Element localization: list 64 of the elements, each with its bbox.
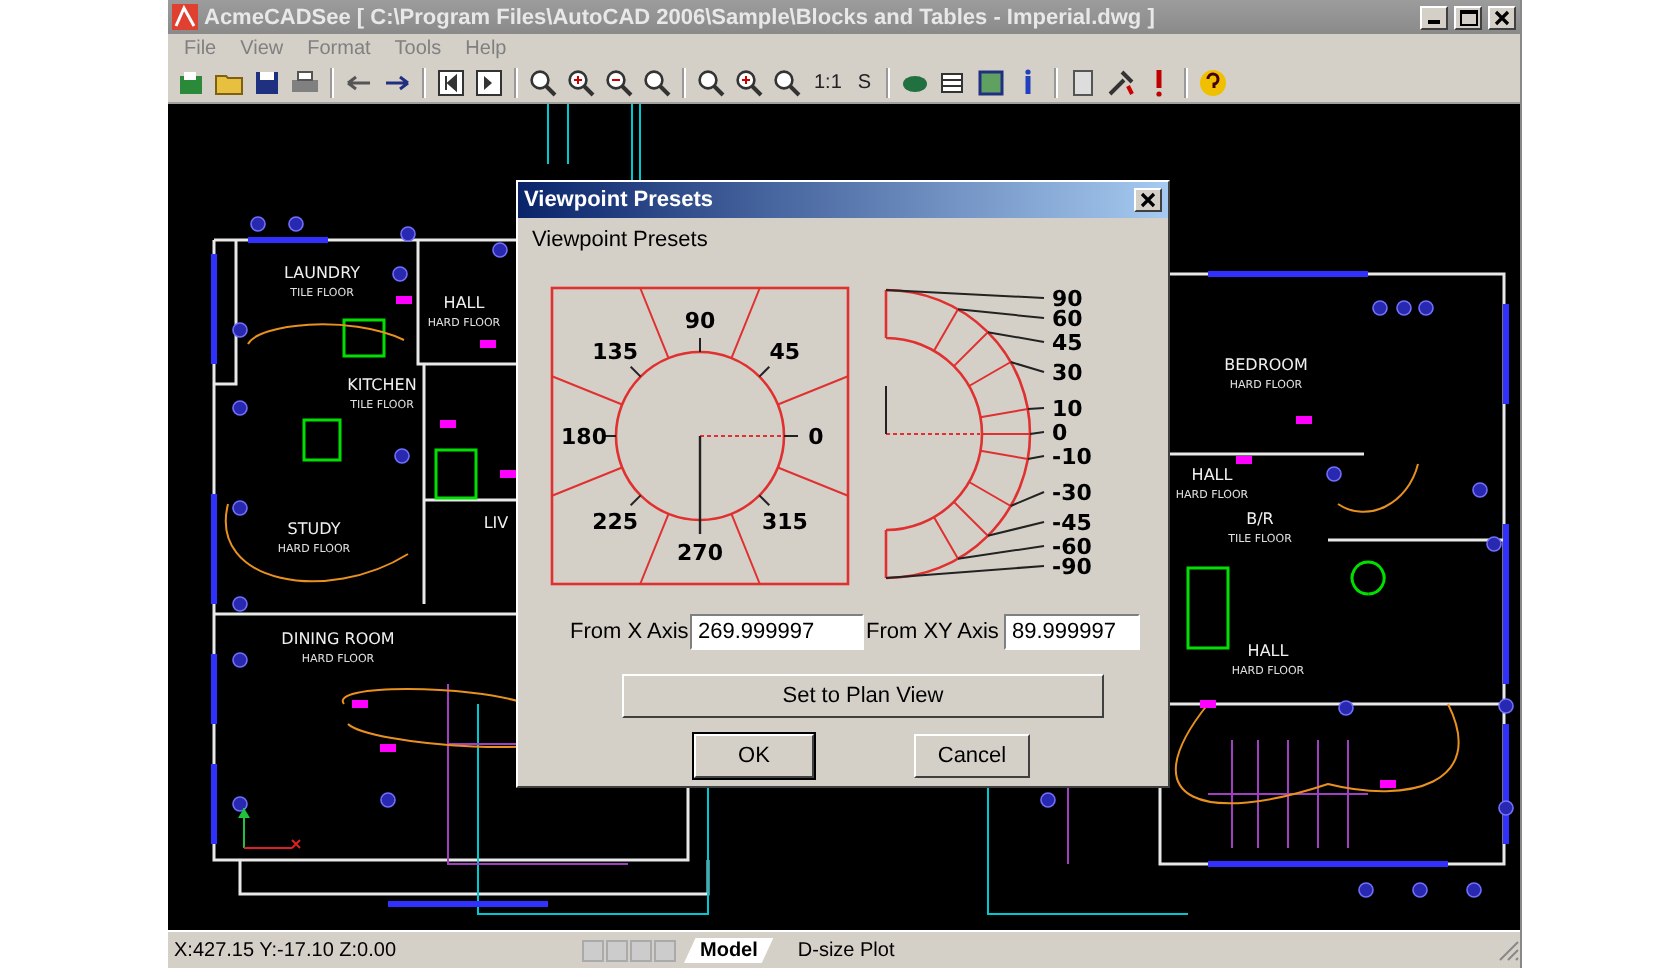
angle-label: 315 (761, 508, 808, 535)
cancel-button[interactable]: Cancel (914, 734, 1030, 778)
room-label: BEDROOM (1224, 356, 1308, 374)
zoom-extents-icon[interactable] (694, 65, 728, 99)
elevation-label: 10 (1052, 396, 1083, 422)
elevation-label: -90 (1052, 554, 1092, 580)
room-label: STUDY (287, 520, 341, 538)
field-label: From XY Axis (866, 620, 999, 644)
elevation-label: 30 (1052, 360, 1083, 386)
maximize-button[interactable] (1454, 5, 1482, 29)
elevation-label: -60 (1052, 534, 1092, 560)
elevation-label: 45 (1052, 330, 1083, 356)
ok-button[interactable]: OK (694, 734, 814, 778)
room-label: HALL (443, 294, 485, 312)
close-button[interactable] (1134, 188, 1162, 212)
tools-icon[interactable] (1103, 65, 1138, 99)
coordinates-readout: X:427.15 Y:-17.10 Z:0.00 (172, 939, 399, 961)
layout-tab[interactable]: Model (684, 937, 774, 963)
elevation-label: -30 (1052, 480, 1092, 506)
toolbar-button[interactable]: 1:1 (808, 65, 848, 99)
zoom-icon[interactable] (526, 65, 560, 99)
angle-label: 225 (592, 508, 639, 535)
elevation-label: 60 (1052, 306, 1083, 332)
angle-label: 180 (561, 424, 607, 450)
x-axis-angle-field[interactable]: 269.999997 (690, 614, 864, 650)
maximize-icon (1459, 9, 1477, 25)
toolbar-button[interactable]: S (851, 65, 878, 99)
app-logo-icon (172, 4, 198, 30)
close-icon (1494, 9, 1510, 25)
xy-axis-angle-field[interactable]: 89.999997 (1004, 614, 1140, 650)
minimize-icon (1428, 20, 1440, 24)
angle-label: 0 (808, 424, 824, 450)
elevation-label: -10 (1052, 444, 1092, 470)
help-icon[interactable] (1195, 65, 1230, 99)
dialog-title: Viewpoint Presets (524, 188, 714, 212)
zoom-in-icon[interactable] (564, 65, 598, 99)
zoom-window-icon[interactable] (640, 65, 674, 99)
minimize-button[interactable] (1420, 5, 1448, 29)
room-label: B/R (1246, 510, 1274, 528)
magnifier-icon[interactable] (770, 65, 804, 99)
field-label: From X Axis (570, 620, 689, 644)
window-title: AcmeCADSee [ C:\Program Files\AutoCAD 2006\Sample\Blocks and Tables - Imperial.dwg ] (204, 5, 1157, 29)
room-label: HALL (1247, 642, 1289, 660)
elevation-label: 0 (1052, 420, 1068, 446)
elevation-label: 90 (1052, 286, 1083, 312)
next-page-icon[interactable] (472, 65, 506, 99)
room-label: KITCHEN (347, 376, 417, 394)
room-label: LIV (483, 514, 509, 532)
angle-label: 90 (684, 308, 716, 334)
zoom-plus-icon[interactable] (732, 65, 766, 99)
room-label: LAUNDRY (283, 264, 361, 282)
room-label: HALL (1191, 466, 1233, 484)
dialog-heading: Viewpoint Presets (532, 228, 708, 252)
angle-label: 270 (677, 540, 723, 566)
angle-label: 45 (769, 339, 801, 366)
elevation-label: -45 (1052, 510, 1092, 536)
angle-label: 135 (592, 339, 639, 366)
plan-view-button[interactable]: Set to Plan View (622, 674, 1104, 718)
frame-icon[interactable] (973, 65, 1008, 99)
zoom-out-icon[interactable] (602, 65, 636, 99)
room-label: DINING ROOM (281, 630, 395, 648)
close-button[interactable] (1488, 5, 1516, 29)
close-icon (1140, 192, 1156, 208)
first-page-icon[interactable] (434, 65, 468, 99)
